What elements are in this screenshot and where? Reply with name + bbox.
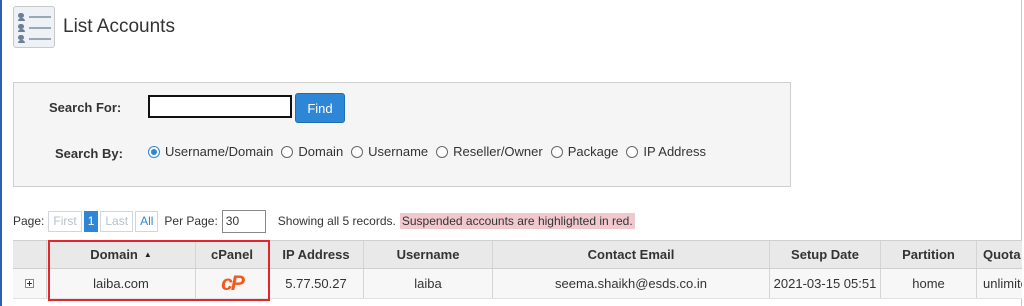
radio-checked-icon[interactable] — [148, 145, 160, 158]
email-cell[interactable]: seema.shaikh@esds.co.in — [493, 269, 770, 298]
current-page-button[interactable]: 1 — [83, 210, 99, 232]
contact-email-column-header[interactable]: Contact Email — [493, 241, 770, 268]
page-label: Page: — [13, 214, 45, 228]
per-page-label: Per Page: — [164, 214, 218, 228]
quota-cell: unlimited — [983, 276, 1022, 291]
expand-column-header — [13, 241, 47, 268]
radio-icon[interactable] — [281, 145, 294, 158]
quota-column-header[interactable]: Quota — [977, 241, 1022, 268]
partition-cell: home — [881, 269, 977, 298]
radio-icon[interactable] — [436, 145, 449, 158]
radio-domain[interactable]: Domain — [281, 144, 343, 159]
page-title: List Accounts — [63, 16, 175, 37]
radio-icon[interactable] — [626, 145, 639, 158]
search-by-label: Search By: — [55, 146, 123, 161]
last-page-button[interactable]: Last — [100, 210, 134, 232]
window-left-border — [0, 0, 2, 306]
search-by-options: Username/Domain Domain Username Reseller… — [148, 144, 714, 159]
ip-column-header[interactable]: IP Address — [269, 241, 364, 268]
list-accounts-icon — [13, 6, 55, 48]
search-input[interactable] — [148, 95, 292, 118]
username-cell: laiba — [364, 269, 493, 298]
expand-icon[interactable] — [25, 279, 34, 288]
annotation-highlight-box — [48, 240, 270, 301]
radio-icon[interactable] — [351, 145, 364, 158]
setup-date-cell: 2021-03-15 05:51 — [770, 269, 881, 298]
pagination-bar: Page: First 1 Last All Per Page: 30 Show… — [13, 209, 635, 233]
radio-ip-address[interactable]: IP Address — [626, 144, 706, 159]
username-column-header[interactable]: Username — [364, 241, 493, 268]
find-button[interactable]: Find — [295, 93, 345, 123]
suspended-note: Suspended accounts are highlighted in re… — [399, 213, 635, 229]
radio-username[interactable]: Username — [351, 144, 428, 159]
all-pages-button[interactable]: All — [135, 210, 159, 232]
partition-column-header[interactable]: Partition — [881, 241, 977, 268]
radio-icon[interactable] — [550, 145, 563, 158]
expand-cell — [13, 269, 47, 298]
radio-reseller-owner[interactable]: Reseller/Owner — [436, 144, 543, 159]
per-page-input[interactable]: 30 — [221, 209, 266, 233]
radio-package[interactable]: Package — [550, 144, 618, 159]
search-panel: Search For: Find Search By: Username/Dom… — [13, 82, 791, 187]
radio-username-domain[interactable]: Username/Domain — [148, 144, 273, 159]
ip-cell[interactable]: 5.77.50.27 — [269, 269, 364, 298]
setup-date-column-header[interactable]: Setup Date — [770, 241, 881, 268]
first-page-button[interactable]: First — [48, 210, 82, 232]
records-count: Showing all 5 records. — [277, 214, 396, 228]
search-for-label: Search For: — [49, 100, 122, 115]
page-header: List Accounts — [13, 6, 175, 48]
